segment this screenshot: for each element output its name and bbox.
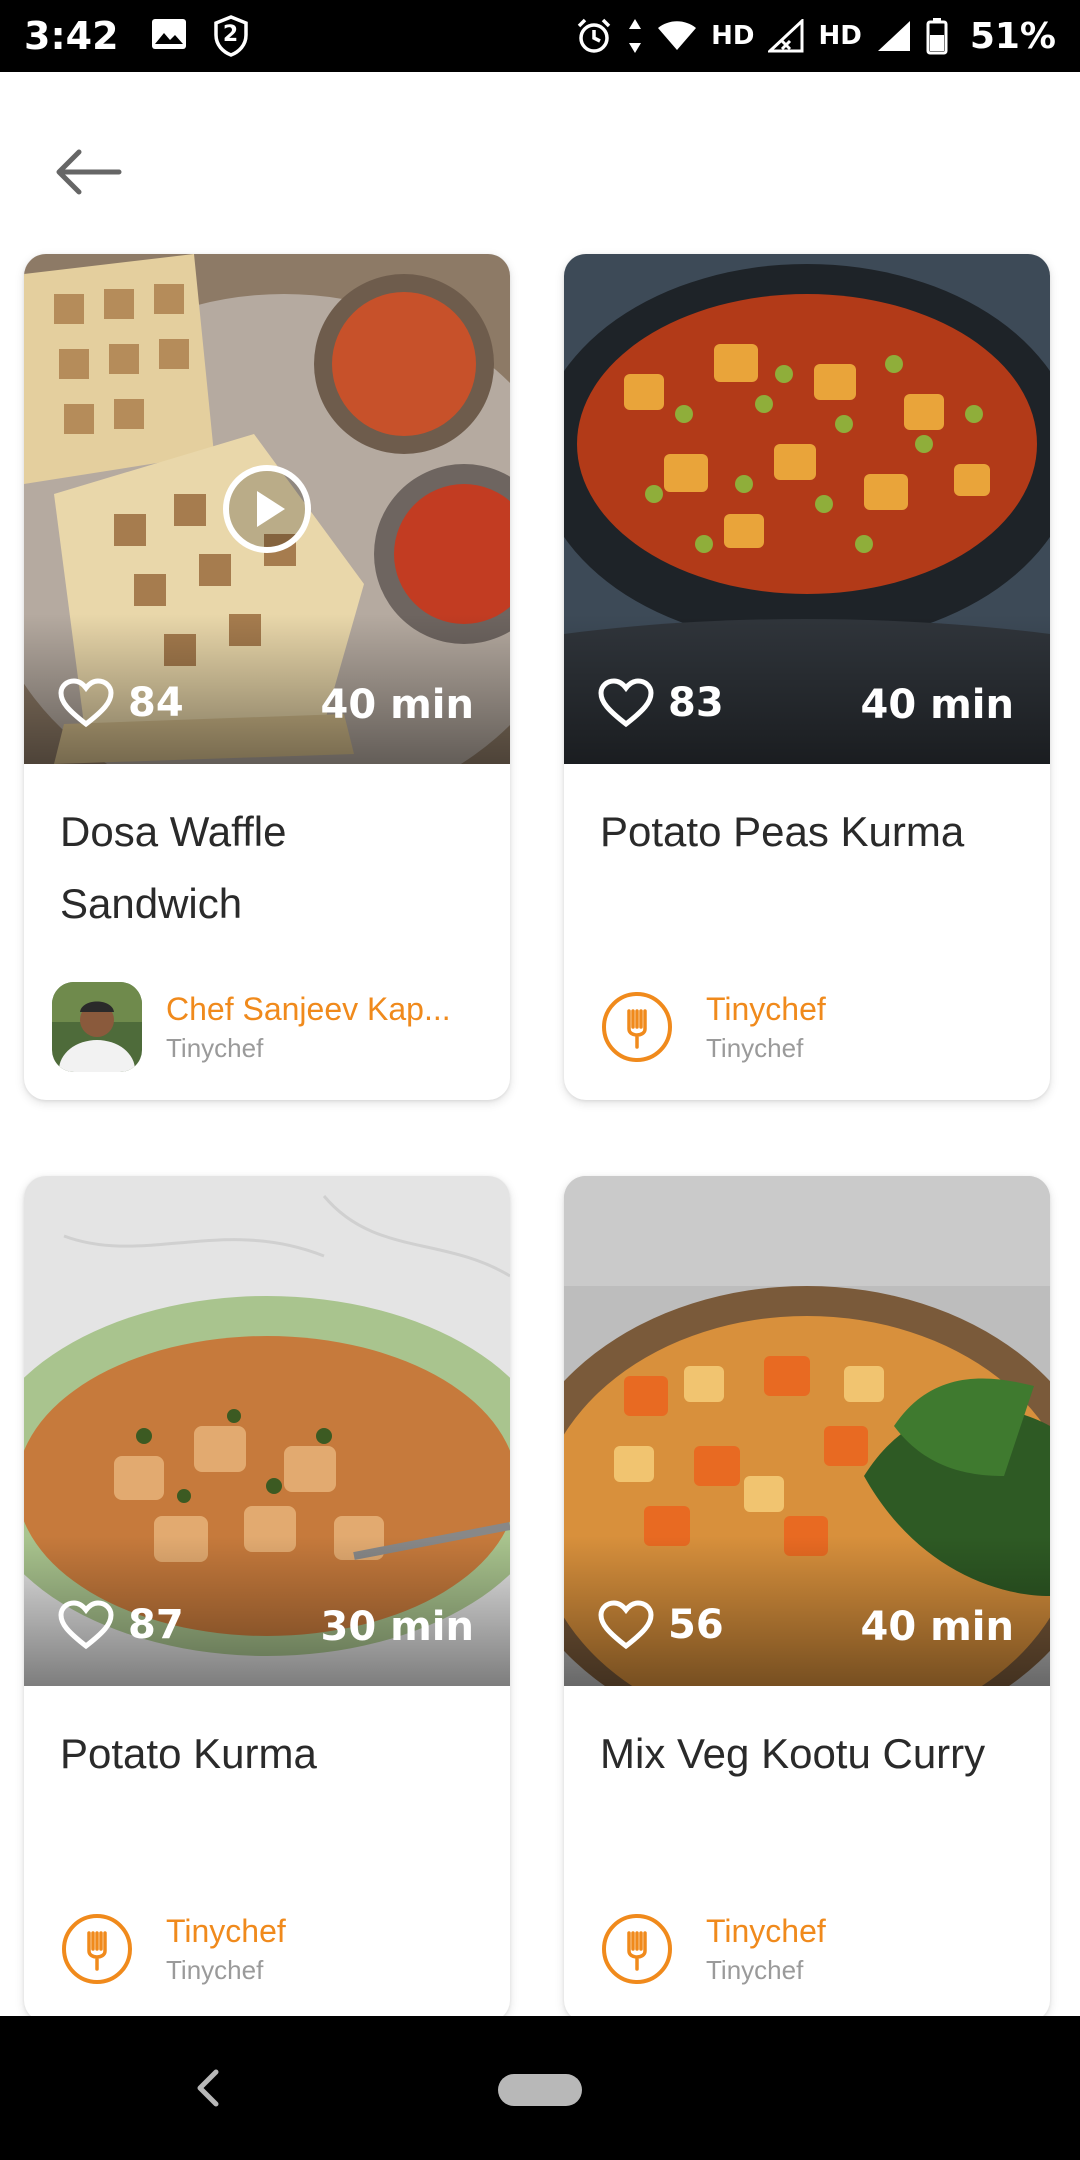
recipe-card-mix-veg-kootu-curry[interactable]: 56 40 min Mix Veg Kootu Curry Tinychef T… [564, 1176, 1050, 2022]
recipe-image: 84 40 min [24, 254, 510, 764]
chef-source: Tinychef [706, 1033, 804, 1063]
like-count: 56 [668, 1602, 724, 1648]
recipe-title: Potato Kurma [60, 1730, 317, 1777]
status-time: 3:42 [24, 14, 119, 58]
recipe-image: 56 40 min [564, 1176, 1050, 1686]
play-icon [223, 465, 311, 553]
chef-info[interactable]: Tinychef Tinychef [52, 1904, 474, 1994]
cook-time: 30 min [320, 1604, 474, 1650]
chef-source: Tinychef [706, 1955, 804, 1985]
chef-name: Tinychef [706, 991, 826, 1027]
system-nav-bar [0, 2016, 1080, 2160]
like-count: 84 [128, 680, 184, 726]
recipe-image: 83 40 min [564, 254, 1050, 764]
recipe-card-dosa-waffle-sandwich[interactable]: 84 40 min Dosa Waffle Sandwich Chef Sanj [24, 254, 510, 1100]
heart-icon [598, 678, 654, 728]
wifi-icon [657, 20, 697, 52]
chef-source: Tinychef [166, 1955, 264, 1985]
back-button[interactable] [48, 132, 128, 212]
nav-home-button[interactable] [498, 2074, 582, 2106]
shield-badge-icon: 2 [213, 15, 249, 57]
signal-icon-2 [876, 19, 912, 53]
tinychef-logo-icon [592, 982, 682, 1072]
recipe-card-potato-kurma[interactable]: 87 30 min Potato Kurma Tinychef Tinychef [24, 1176, 510, 2022]
tinychef-logo-icon [52, 1904, 142, 1994]
signal-icon-1 [768, 19, 804, 53]
tinychef-logo-icon [592, 1904, 682, 1994]
top-bar [0, 72, 1080, 252]
chef-photo-icon [52, 982, 142, 1072]
recipe-image: 87 30 min [24, 1176, 510, 1686]
chef-info[interactable]: Chef Sanjeev Kap... Tinychef [52, 982, 474, 1072]
recipe-card-potato-peas-kurma[interactable]: 83 40 min Potato Peas Kurma Tinychef Tin… [564, 254, 1050, 1100]
like-button[interactable]: 56 [598, 1600, 724, 1650]
chevron-left-icon [197, 2069, 219, 2107]
cook-time: 40 min [860, 1604, 1014, 1650]
chef-name: Tinychef [166, 1913, 286, 1949]
cook-time: 40 min [860, 682, 1014, 728]
recipe-title: Potato Peas Kurma [600, 808, 965, 855]
chef-source: Tinychef [166, 1033, 264, 1063]
like-count: 83 [668, 680, 724, 726]
recipe-title: Mix Veg Kootu Curry [600, 1730, 986, 1777]
nav-back-button[interactable] [188, 2066, 228, 2110]
cook-time: 40 min [320, 682, 474, 728]
chef-name: Chef Sanjeev Kap... [166, 991, 451, 1027]
battery-icon [926, 17, 948, 55]
chef-info[interactable]: Tinychef Tinychef [592, 1904, 1014, 1994]
play-video-button[interactable] [222, 464, 312, 554]
data-arrows-icon [627, 17, 643, 55]
arrow-left-icon [56, 149, 122, 195]
like-button[interactable]: 84 [58, 678, 184, 728]
like-count: 87 [128, 1602, 184, 1648]
status-bar: 3:42 2 HD HD 51% [0, 0, 1080, 72]
recipe-title: Dosa Waffle Sandwich [60, 808, 287, 927]
like-button[interactable]: 83 [598, 678, 724, 728]
chef-info[interactable]: Tinychef Tinychef [592, 982, 1014, 1072]
like-button[interactable]: 87 [58, 1600, 184, 1650]
chef-name: Tinychef [706, 1913, 826, 1949]
alarm-icon [575, 17, 613, 55]
heart-icon [58, 678, 114, 728]
heart-icon [58, 1600, 114, 1650]
heart-icon [598, 1600, 654, 1650]
image-notification-icon [151, 18, 187, 54]
